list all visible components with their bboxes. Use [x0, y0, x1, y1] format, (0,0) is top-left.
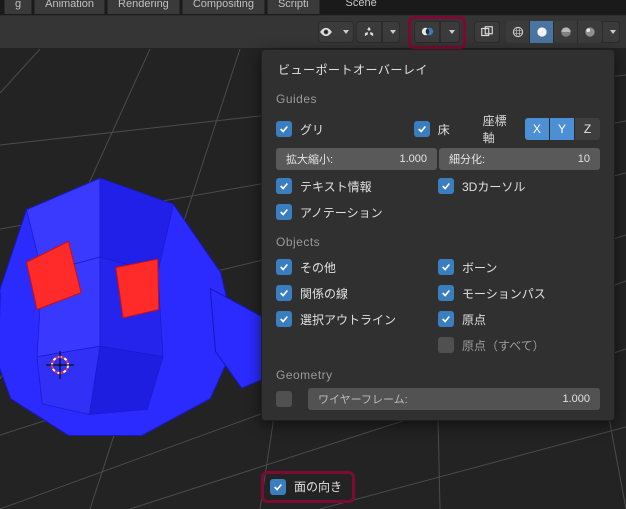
viewport-shading-group [506, 21, 602, 43]
viewport-header [0, 15, 626, 49]
subdivisions-field[interactable]: 細分化: 10 [439, 148, 600, 170]
objects-section-label: Objects [276, 235, 600, 249]
solid-sphere-icon [535, 25, 549, 39]
material-sphere-icon [559, 25, 573, 39]
tab-compositing[interactable]: Compositing [182, 0, 265, 14]
overlays-dropdown-button[interactable] [440, 21, 460, 43]
gizmo-dropdown-button[interactable] [382, 21, 400, 43]
shading-dropdown-button[interactable] [602, 21, 620, 43]
floor-label: 床 [438, 121, 450, 138]
floor-checkbox[interactable] [414, 121, 430, 137]
xray-icon [480, 25, 494, 39]
tab-rendering[interactable]: Rendering [107, 0, 180, 14]
axis-x-button[interactable]: X [525, 118, 550, 140]
eye-icon [319, 25, 333, 39]
xray-toggle-button[interactable] [474, 21, 500, 43]
outline-selected-label: 選択アウトライン [300, 311, 396, 328]
annotations-checkbox[interactable] [276, 204, 292, 220]
axes-label: 座標軸 [483, 112, 513, 146]
overlays-icon [420, 24, 435, 39]
outline-selected-checkbox[interactable] [276, 311, 292, 327]
origins-checkbox[interactable] [438, 311, 454, 327]
face-orientation-label: 面の向き [294, 478, 342, 495]
text-info-checkbox[interactable] [276, 178, 292, 194]
scale-field[interactable]: 拡大縮小: 1.000 [276, 148, 437, 170]
overlays-highlight-box [408, 16, 466, 49]
origins-all-label: 原点（すべて） [462, 337, 545, 354]
tab-animation[interactable]: Animation [34, 0, 105, 14]
grid-label: グリ [300, 121, 324, 138]
workspace-tabs: g Animation Rendering Compositing Script… [0, 0, 626, 16]
rendered-sphere-icon [583, 25, 597, 39]
extras-label: その他 [300, 259, 336, 276]
guides-section-label: Guides [276, 92, 600, 106]
chevron-down-icon [610, 30, 616, 34]
scene-label: Scene [336, 0, 387, 13]
grid-checkbox[interactable] [276, 121, 292, 137]
overlays-toggle-button[interactable] [414, 21, 440, 43]
bones-label: ボーン [462, 259, 497, 276]
3d-cursor-label: 3Dカーソル [462, 178, 525, 195]
motion-paths-checkbox[interactable] [438, 285, 454, 301]
axis-y-button[interactable]: Y [550, 118, 575, 140]
object-visibility-dropdown[interactable] [318, 21, 354, 43]
3d-cursor-checkbox[interactable] [438, 178, 454, 194]
relationship-lines-checkbox[interactable] [276, 285, 292, 301]
relationship-lines-label: 関係の線 [300, 285, 348, 302]
shading-rendered-button[interactable] [578, 21, 602, 43]
shading-matprev-button[interactable] [554, 21, 578, 43]
chevron-down-icon [343, 30, 349, 34]
bones-checkbox[interactable] [438, 259, 454, 275]
viewport-overlays-popover: ビューポートオーバーレイ Guides グリ 床 座標軸 X Y Z 拡大縮小:… [261, 49, 615, 421]
geometry-section-label: Geometry [276, 368, 600, 382]
motion-paths-label: モーションパス [462, 285, 546, 302]
wire-sphere-icon [511, 25, 525, 39]
gizmo-icon [362, 25, 376, 39]
axis-z-button[interactable]: Z [575, 118, 600, 140]
popover-title: ビューポートオーバーレイ [278, 61, 600, 78]
wireframe-checkbox[interactable] [276, 391, 292, 407]
face-orientation-checkbox[interactable] [270, 479, 286, 495]
chevron-down-icon [449, 30, 455, 34]
axes-button-group: X Y Z [525, 118, 600, 140]
tab-scripting[interactable]: Scripti [267, 0, 320, 14]
text-info-label: テキスト情報 [300, 178, 372, 195]
face-orientation-highlight-box: 面の向き [261, 471, 355, 503]
extras-checkbox[interactable] [276, 259, 292, 275]
chevron-down-icon [390, 30, 396, 34]
shading-solid-button[interactable] [530, 21, 554, 43]
shading-wireframe-button[interactable] [506, 21, 530, 43]
tab-modeling[interactable]: g [4, 0, 32, 14]
gizmo-toggle-button[interactable] [356, 21, 382, 43]
origins-all-checkbox[interactable] [438, 337, 454, 353]
wireframe-slider[interactable]: ワイヤーフレーム: 1.000 [308, 388, 600, 410]
origins-label: 原点 [462, 311, 486, 328]
annotations-label: アノテーション [300, 204, 383, 221]
